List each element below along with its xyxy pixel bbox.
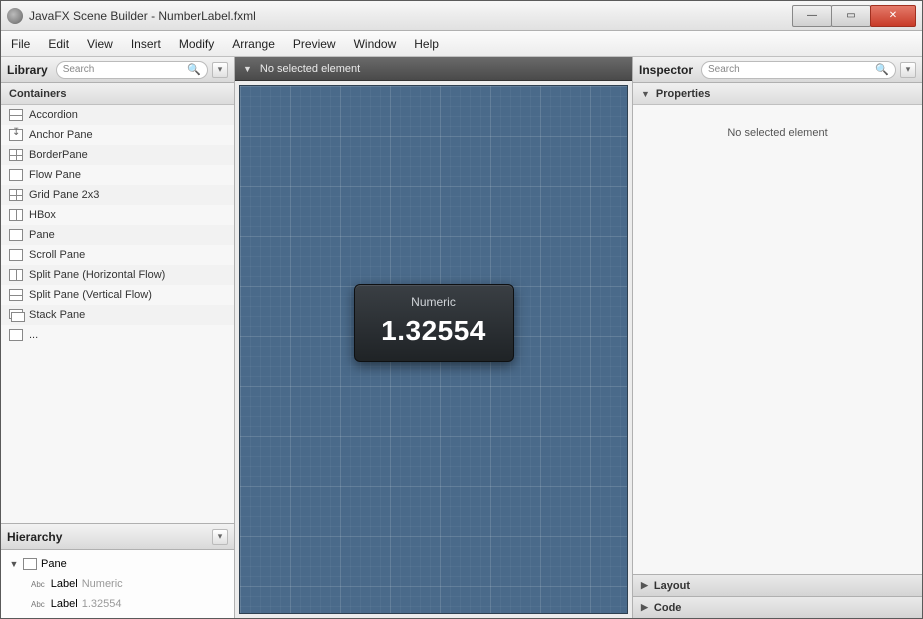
menu-preview[interactable]: Preview [293, 37, 336, 51]
list-item[interactable]: Pane [1, 225, 234, 245]
library-title: Library [7, 63, 48, 77]
inspector-empty-message: No selected element [633, 105, 922, 161]
tree-item[interactable]: Abc Label Numeric [1, 574, 234, 594]
menu-insert[interactable]: Insert [131, 37, 161, 51]
menu-help[interactable]: Help [414, 37, 439, 51]
maximize-button[interactable]: ▭ [831, 5, 871, 27]
chevron-right-icon: ▶ [641, 580, 648, 591]
center-panel: ▼ No selected element Numeric 1.32554 [235, 57, 632, 618]
list-item[interactable]: Accordion [1, 105, 234, 125]
list-item[interactable]: ... [1, 325, 234, 345]
hierarchy-menu-button[interactable]: ▾ [212, 529, 228, 545]
selection-status: No selected element [260, 63, 360, 75]
chevron-right-icon: ▶ [641, 602, 648, 613]
menu-window[interactable]: Window [354, 37, 397, 51]
list-item[interactable]: Split Pane (Vertical Flow) [1, 285, 234, 305]
section-label: Containers [9, 88, 66, 100]
label-type-icon: Abc [31, 580, 45, 589]
library-header: Library Search 🔍 ▾ [1, 57, 234, 83]
hierarchy-header: Hierarchy ▾ [1, 524, 234, 550]
inspector-menu-button[interactable]: ▾ [900, 62, 916, 78]
minimize-button[interactable]: — [792, 5, 832, 27]
library-search[interactable]: Search 🔍 [56, 61, 208, 79]
titlebar[interactable]: JavaFX Scene Builder - NumberLabel.fxml … [1, 1, 922, 31]
widget-value: 1.32554 [355, 315, 513, 347]
right-panel: Inspector Search 🔍 ▾ ▼ Properties No sel… [632, 57, 922, 618]
search-placeholder: Search [708, 64, 740, 75]
library-menu-button[interactable]: ▾ [212, 62, 228, 78]
list-item[interactable]: Split Pane (Horizontal Flow) [1, 265, 234, 285]
inspector-header: Inspector Search 🔍 ▾ [633, 57, 922, 83]
chevron-down-icon: ▼ [641, 89, 650, 99]
search-icon: 🔍 [187, 63, 201, 76]
window-title: JavaFX Scene Builder - NumberLabel.fxml [29, 9, 793, 23]
list-item[interactable]: BorderPane [1, 145, 234, 165]
container-icon [9, 149, 23, 161]
container-icon [9, 109, 23, 121]
container-icon [9, 269, 23, 281]
container-icon [9, 329, 23, 341]
window-controls: — ▭ ✕ [793, 5, 916, 27]
design-canvas[interactable]: Numeric 1.32554 [239, 85, 628, 614]
list-item[interactable]: Grid Pane 2x3 [1, 185, 234, 205]
list-item[interactable]: Anchor Pane [1, 125, 234, 145]
list-item[interactable]: Flow Pane [1, 165, 234, 185]
list-item[interactable]: Stack Pane [1, 305, 234, 325]
widget-title: Numeric [355, 295, 513, 309]
left-panel: Library Search 🔍 ▾ Containers Accordion … [1, 57, 235, 618]
menu-file[interactable]: File [11, 37, 30, 51]
numeric-widget[interactable]: Numeric 1.32554 [354, 284, 514, 362]
container-icon [9, 169, 23, 181]
inspector-properties-section[interactable]: ▼ Properties [633, 83, 922, 105]
menu-edit[interactable]: Edit [48, 37, 69, 51]
canvas-breadcrumb[interactable]: ▼ No selected element [235, 57, 632, 81]
search-icon: 🔍 [875, 63, 889, 76]
menu-view[interactable]: View [87, 37, 113, 51]
list-item[interactable]: Scroll Pane [1, 245, 234, 265]
container-icon [9, 209, 23, 221]
content-area: Library Search 🔍 ▾ Containers Accordion … [1, 57, 922, 618]
inspector-layout-section[interactable]: ▶ Layout [633, 574, 922, 596]
app-icon [7, 8, 23, 24]
inspector-code-section[interactable]: ▶ Code [633, 596, 922, 618]
tree-root[interactable]: ▼ Pane [1, 554, 234, 574]
tree-item[interactable]: Abc Label 1.32554 [1, 594, 234, 614]
menu-modify[interactable]: Modify [179, 37, 214, 51]
container-icon [9, 309, 23, 321]
container-icon [9, 129, 23, 141]
hierarchy-tree[interactable]: ▼ Pane Abc Label Numeric Abc Label 1.325… [1, 550, 234, 618]
menu-arrange[interactable]: Arrange [232, 37, 275, 51]
label-type-icon: Abc [31, 600, 45, 609]
library-section-containers[interactable]: Containers [1, 83, 234, 105]
hierarchy-title: Hierarchy [7, 530, 62, 544]
menubar: File Edit View Insert Modify Arrange Pre… [1, 31, 922, 57]
disclosure-triangle-icon[interactable]: ▼ [9, 559, 19, 569]
inspector-title: Inspector [639, 63, 693, 77]
inspector-body: No selected element ▶ Layout ▶ Code [633, 105, 922, 618]
chevron-down-icon[interactable]: ▼ [243, 64, 252, 74]
list-item[interactable]: HBox [1, 205, 234, 225]
inspector-search[interactable]: Search 🔍 [701, 61, 896, 79]
close-button[interactable]: ✕ [870, 5, 916, 27]
container-icon [9, 249, 23, 261]
container-icon [9, 189, 23, 201]
app-window: JavaFX Scene Builder - NumberLabel.fxml … [0, 0, 923, 619]
search-placeholder: Search [63, 64, 95, 75]
container-icon [9, 289, 23, 301]
pane-icon [23, 558, 37, 570]
hierarchy-panel: Hierarchy ▾ ▼ Pane Abc Label Numeric [1, 523, 234, 618]
container-icon [9, 229, 23, 241]
library-list[interactable]: Accordion Anchor Pane BorderPane Flow Pa… [1, 105, 234, 523]
